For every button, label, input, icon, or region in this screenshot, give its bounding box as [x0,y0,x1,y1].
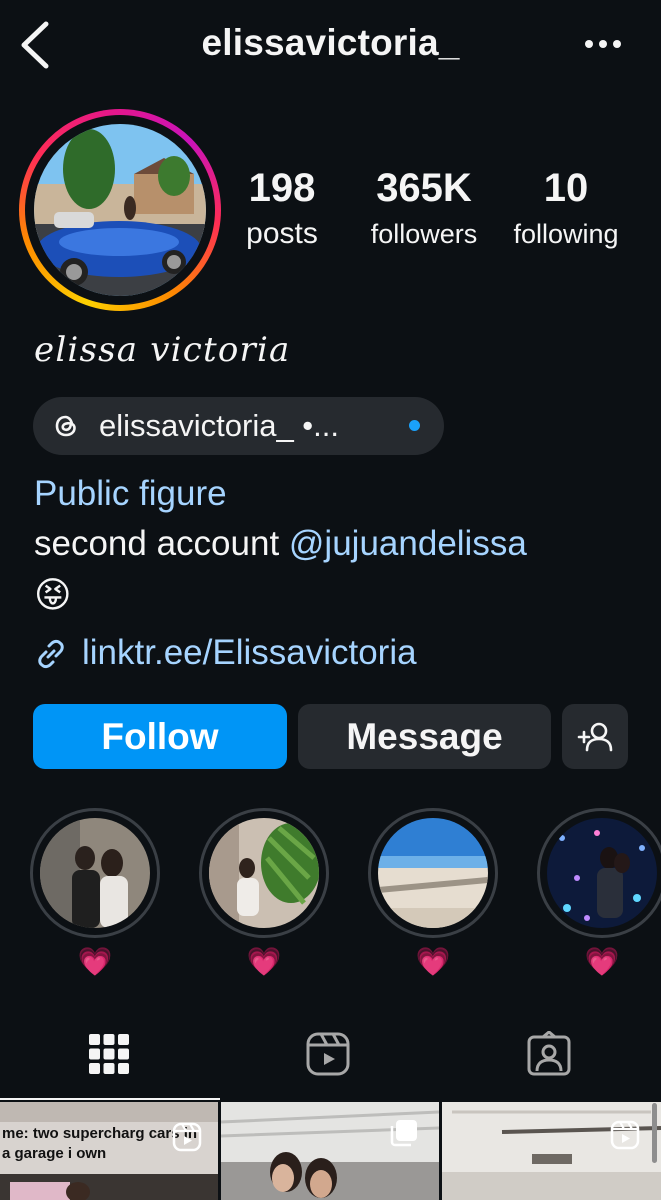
tagged-tab[interactable] [526,1030,572,1077]
bio-link[interactable]: linktr.ee/Elissavictoria [82,633,417,673]
more-icon[interactable] [582,34,626,54]
posts-number: 198 [248,166,316,210]
carousel-badge-icon [389,1118,419,1148]
followers-number: 365K [376,166,472,210]
bio-prefix: second account [34,524,289,563]
story-ring[interactable] [19,109,221,311]
unread-dot [409,420,420,431]
profile-category: Public figure [34,474,227,513]
reels-icon [306,1032,350,1076]
display-name: 𝑒𝑙𝑖𝑠𝑠𝑎 𝑣𝑖𝑐𝑡𝑜𝑟𝑖𝑎 [34,330,291,370]
following-label: following [513,219,619,249]
bio-mention-link[interactable]: @jujuandelissa [289,524,527,563]
grid-post-1[interactable]: me: two supercharg cars in a garage i ow… [0,1102,218,1200]
bio-text: second account @jujuandelissa [34,524,527,564]
highlight-2-label: 💗 [246,945,282,978]
profile-username-title: elissavictoria_ [201,22,460,63]
avatar[interactable] [34,124,206,296]
link-icon [34,637,68,671]
threads-handle: elissavictoria_ •... [99,408,339,443]
following-count[interactable]: 10 following [500,166,632,254]
highlight-3-label: 💗 [415,945,451,978]
followers-count[interactable]: 365K followers [358,166,490,254]
following-number: 10 [543,166,589,210]
grid-post-2[interactable] [221,1102,439,1200]
threads-badge[interactable]: elissavictoria_ •... [33,397,444,455]
grid-post-3[interactable] [442,1102,661,1200]
highlight-4-label: 💗 [584,945,620,978]
follow-button[interactable]: Follow [33,704,287,769]
selected-tab-indicator [0,1098,220,1100]
bio-emoji: 😝 [34,575,72,616]
suggested-users-button[interactable] [562,704,628,769]
posts-label: posts [246,217,318,250]
posts-count: 198 posts [228,166,336,254]
reel-badge-icon [172,1122,202,1152]
message-button[interactable]: Message [298,704,551,769]
tagged-icon [527,1030,571,1076]
highlight-4[interactable] [537,808,661,938]
followers-label: followers [370,219,478,249]
add-user-icon [577,722,613,752]
highlight-3[interactable] [368,808,498,938]
scrollbar[interactable] [652,1103,657,1163]
highlight-1-label: 💗 [77,945,113,978]
highlight-2[interactable] [199,808,329,938]
grid-tab[interactable] [86,1031,132,1077]
reel-badge-icon [610,1120,640,1150]
reels-tab[interactable] [305,1031,351,1077]
threads-icon [51,411,81,441]
highlight-1[interactable] [30,808,160,938]
grid-icon [89,1034,129,1074]
